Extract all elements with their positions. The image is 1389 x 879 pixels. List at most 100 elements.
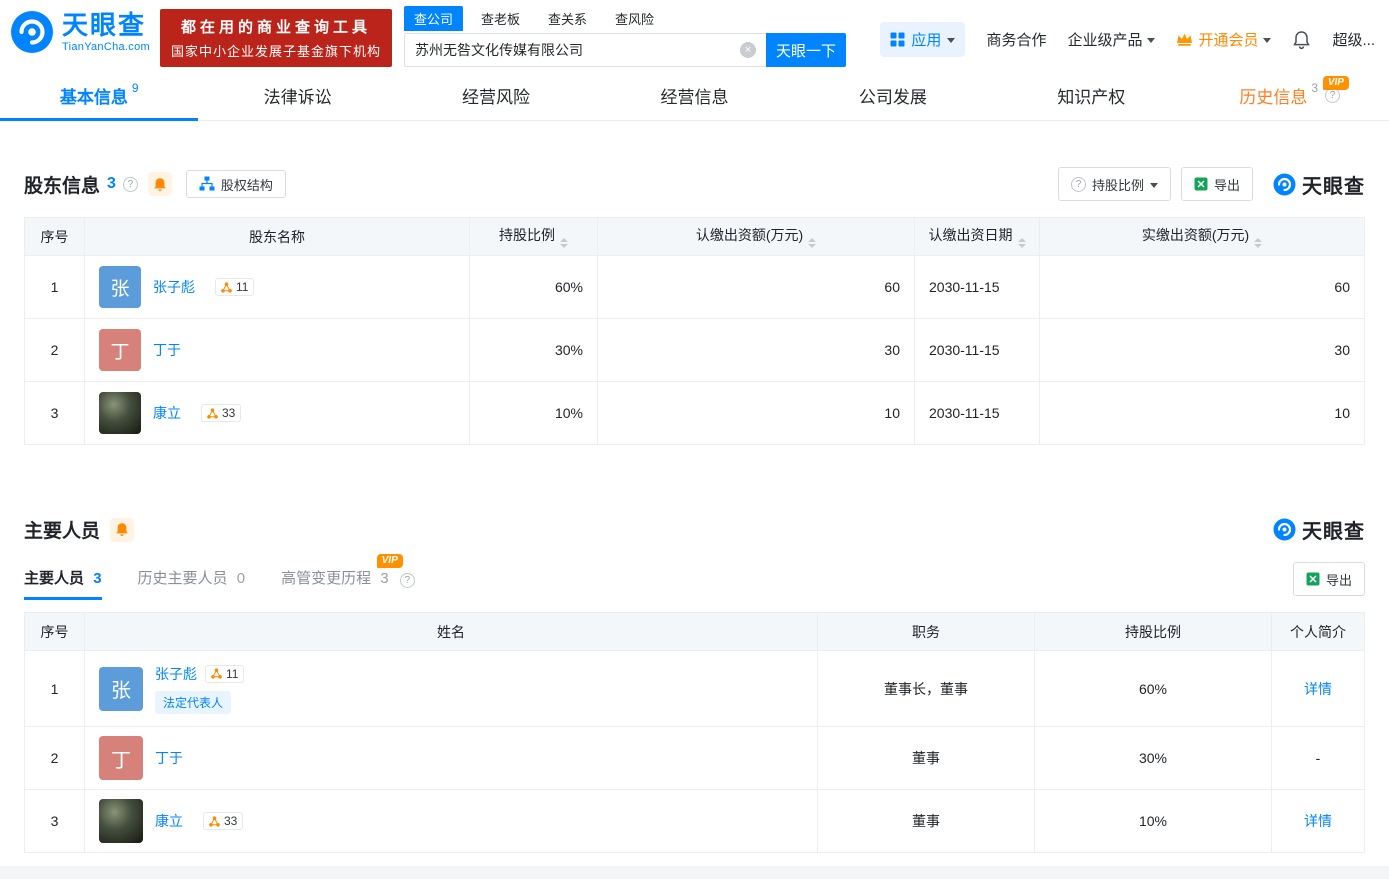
avatar[interactable]: 丁 <box>99 329 141 371</box>
excel-export-icon <box>1306 572 1320 586</box>
tab-intellectual-property[interactable]: 知识产权 <box>992 70 1190 120</box>
avatar[interactable]: 张 <box>99 266 141 308</box>
relation-graph-badge[interactable]: 33 <box>201 404 241 422</box>
section-title: 主要人员 <box>24 516 100 543</box>
column-ratio-sort[interactable]: 持股比例 <box>470 218 598 256</box>
table-row: 3 康立 33 董事 10% 详情 <box>25 790 1365 853</box>
help-icon[interactable]: ? <box>400 573 415 588</box>
legal-representative-tag[interactable]: 法定代表人 <box>155 691 231 714</box>
top-header: 天眼查 TianYanCha.com 都在用的商业查询工具 国家中小企业发展子基… <box>0 0 1389 70</box>
search-tab-risk[interactable]: 查风险 <box>605 6 664 31</box>
page-tabs: 基本信息 9 法律诉讼 经营风险 经营信息 公司发展 知识产权 历史信息 3 ?… <box>0 70 1389 121</box>
promo-banner: 都在用的商业查询工具 国家中小企业发展子基金旗下机构 <box>160 9 392 67</box>
nav-enterprise-products[interactable]: 企业级产品 <box>1067 29 1155 50</box>
column-person-name: 姓名 <box>85 613 818 651</box>
nav-business-cooperation[interactable]: 商务合作 <box>986 29 1046 50</box>
help-icon: ? <box>1071 177 1086 192</box>
avatar[interactable]: 丁 <box>99 736 143 780</box>
equity-structure-button[interactable]: 股权结构 <box>186 170 286 198</box>
chevron-down-icon <box>1263 38 1271 43</box>
tianyancha-watermark: 天眼查 <box>1273 170 1365 199</box>
eye-logo-icon <box>1273 173 1296 196</box>
avatar-photo[interactable] <box>99 392 141 434</box>
bell-icon <box>1292 30 1311 50</box>
shareholder-name-link[interactable]: 丁于 <box>153 340 181 360</box>
eye-logo-icon <box>1273 518 1296 541</box>
network-icon <box>209 816 220 827</box>
sort-icon <box>808 238 816 248</box>
tab-history-info[interactable]: 历史信息 3 ? VIP <box>1191 70 1389 120</box>
help-icon[interactable]: ? <box>123 177 138 192</box>
column-position: 职务 <box>818 613 1035 651</box>
search-tab-company[interactable]: 查公司 <box>404 6 463 31</box>
column-index: 序号 <box>25 218 85 256</box>
shareholder-name-link[interactable]: 张子彪 <box>153 277 195 297</box>
table-header-row: 序号 姓名 职务 持股比例 个人简介 <box>25 613 1365 651</box>
shareholders-header: 股东信息 3 ? 股权结构 ? 持股比例 导出 <box>24 167 1365 201</box>
header-nav: 应用 商务合作 企业级产品 开通会员 超级... <box>880 22 1375 57</box>
column-ratio: 持股比例 <box>1035 613 1272 651</box>
tab-company-development[interactable]: 公司发展 <box>794 70 992 120</box>
person-name-link[interactable]: 丁于 <box>155 748 183 768</box>
chevron-down-icon <box>1147 38 1155 43</box>
table-header-row: 序号 股东名称 持股比例 认缴出资额(万元) 认缴出资日期 实缴出资额(万元) <box>25 218 1365 256</box>
person-name-link[interactable]: 张子彪 <box>155 664 197 684</box>
search-input[interactable] <box>404 33 766 67</box>
table-row: 2 丁 丁于 董事 30% - <box>25 727 1365 790</box>
notifications-bell[interactable] <box>1292 30 1311 50</box>
search-button[interactable]: 天眼一下 <box>766 33 846 67</box>
tab-legal-litigation[interactable]: 法律诉讼 <box>198 70 396 120</box>
sort-icon <box>560 238 568 248</box>
search-tab-boss[interactable]: 查老板 <box>471 6 530 31</box>
table-row: 1 张 张子彪 11 60% 60 2030-11-15 <box>25 256 1365 319</box>
tianyancha-logo[interactable]: 天眼查 TianYanCha.com <box>10 10 150 54</box>
monitor-bell-icon[interactable] <box>148 172 172 196</box>
personnel-section: 主要人员 天眼查 主要人员 3 历史主要人员 0 高管变更历程 <box>24 515 1365 853</box>
org-chart-icon <box>199 176 215 192</box>
tab-operation-risk[interactable]: 经营风险 <box>397 70 595 120</box>
tab-basic-info[interactable]: 基本信息 9 <box>0 70 198 120</box>
brand-domain: TianYanCha.com <box>62 41 150 53</box>
shareholder-name-link[interactable]: 康立 <box>153 403 181 423</box>
relation-graph-badge[interactable]: 33 <box>203 812 243 830</box>
table-row: 3 康立 33 10% 10 2030-11-15 <box>25 382 1365 445</box>
tab-executive-changes[interactable]: 高管变更历程 3 ? VIP <box>281 567 415 600</box>
monitor-bell-icon[interactable] <box>110 518 134 542</box>
chevron-down-icon <box>947 38 955 43</box>
column-profile: 个人简介 <box>1272 613 1365 651</box>
personnel-tabs: 主要人员 3 历史主要人员 0 高管变更历程 3 ? VIP 导出 <box>24 562 1365 600</box>
shareholders-table: 序号 股东名称 持股比例 认缴出资额(万元) 认缴出资日期 实缴出资额(万元) … <box>24 217 1365 445</box>
avatar[interactable]: 张 <box>99 667 143 711</box>
apps-button[interactable]: 应用 <box>880 22 965 57</box>
network-icon <box>211 668 222 679</box>
export-button[interactable]: 导出 <box>1181 167 1253 201</box>
export-button[interactable]: 导出 <box>1293 562 1365 596</box>
search-tab-relation[interactable]: 查关系 <box>538 6 597 31</box>
column-paid-sort[interactable]: 实缴出资额(万元) <box>1040 218 1365 256</box>
column-shareholder-name: 股东名称 <box>85 218 470 256</box>
apps-grid-icon <box>890 32 905 47</box>
column-subscribed-sort[interactable]: 认缴出资额(万元) <box>598 218 915 256</box>
relation-graph-badge[interactable]: 11 <box>205 665 244 683</box>
tab-key-personnel[interactable]: 主要人员 3 <box>24 567 102 600</box>
sort-icon <box>1254 238 1262 248</box>
personnel-header: 主要人员 天眼查 <box>24 515 1365 544</box>
nav-open-membership[interactable]: 开通会员 <box>1176 29 1271 50</box>
ratio-filter-dropdown[interactable]: ? 持股比例 <box>1058 167 1171 201</box>
nav-super-member[interactable]: 超级... <box>1332 29 1375 50</box>
tab-history-personnel[interactable]: 历史主要人员 0 <box>138 567 246 600</box>
column-sub-date-sort[interactable]: 认缴出资日期 <box>915 218 1040 256</box>
clear-icon[interactable]: × <box>740 42 756 58</box>
chevron-down-icon <box>1150 183 1158 188</box>
eye-logo-icon <box>10 10 54 54</box>
network-icon <box>207 408 218 419</box>
tab-operation-info[interactable]: 经营信息 <box>595 70 793 120</box>
relation-graph-badge[interactable]: 11 <box>215 278 254 296</box>
avatar-photo[interactable] <box>99 799 143 843</box>
detail-link[interactable]: 详情 <box>1304 681 1332 697</box>
detail-link[interactable]: 详情 <box>1304 813 1332 829</box>
vip-badge: VIP <box>377 554 403 568</box>
search-area: 查公司 查老板 查关系 查风险 × 天眼一下 <box>404 6 846 67</box>
table-row: 2 丁 丁于 30% 30 2030-11-15 30 <box>25 319 1365 382</box>
person-name-link[interactable]: 康立 <box>155 811 183 831</box>
